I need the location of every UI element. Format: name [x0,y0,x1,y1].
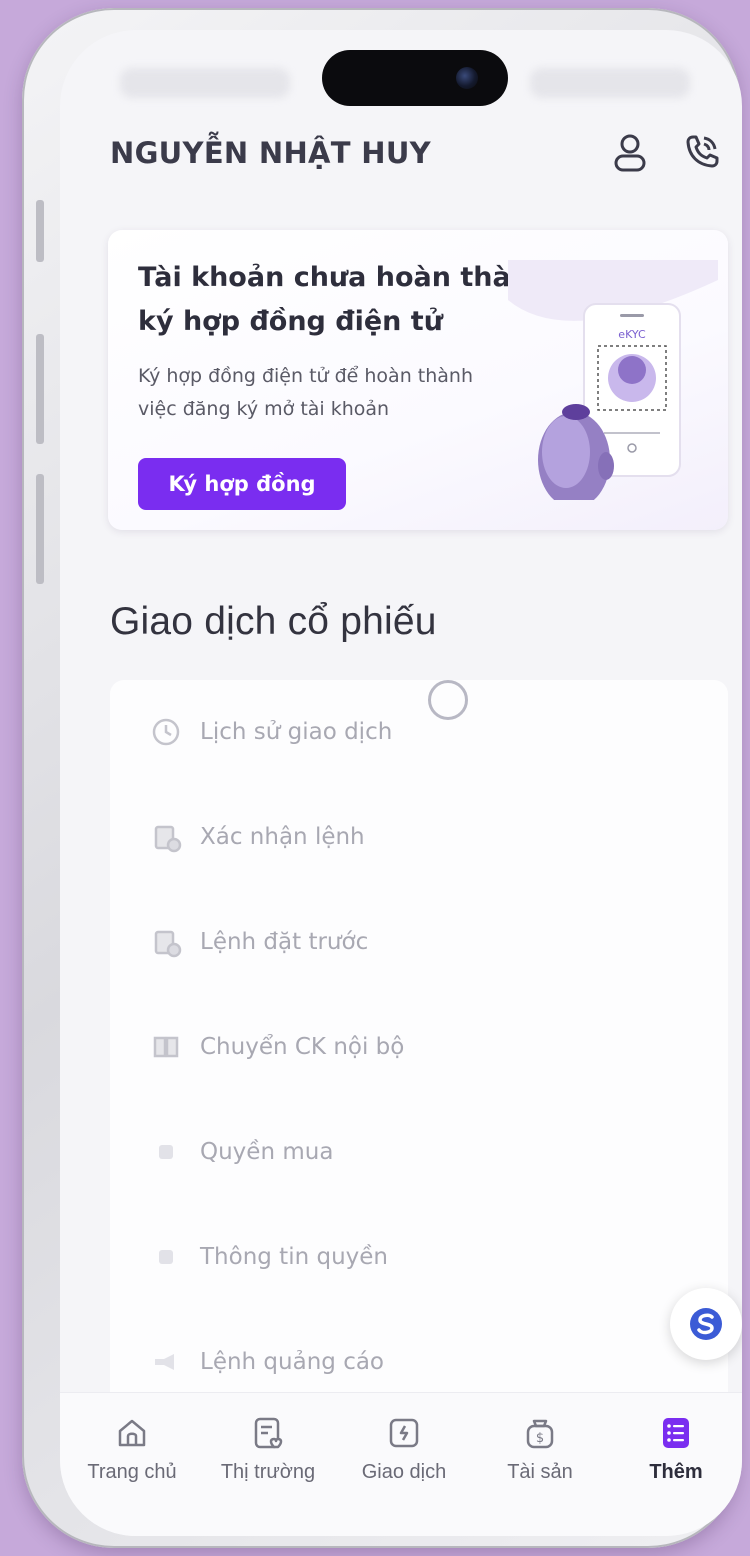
banner-description-line-2: việc đăng ký mở tài khoản [138,398,390,420]
menu-item-advertising-orders[interactable]: Lệnh quảng cáo [150,1342,384,1382]
status-bar-left [120,68,290,98]
menu-item-internal-transfer[interactable]: Chuyển CK nội bộ [150,1027,404,1067]
phone-support-icon[interactable] [680,130,724,174]
tab-label: Giao dịch [361,1461,447,1483]
bottom-tab-bar: Trang chủ Thị trường Giao dịch $ Tài sản [60,1392,742,1536]
status-bar-right [530,68,690,98]
banner-description-line-1: Ký hợp đồng điện tử để hoàn thành [138,365,473,387]
wallet-icon: $ [520,1413,560,1453]
clipboard-check-icon [150,821,182,853]
tab-label: Thị trường [220,1461,316,1483]
loading-spinner-icon [428,680,468,720]
tab-label: Thêm [649,1461,703,1483]
brand-logo-icon [690,1308,722,1340]
tab-market[interactable]: Thị trường [200,1413,336,1484]
banner-title-line-1: Tài khoản chưa hoàn thành [138,262,550,293]
camera-icon [456,67,478,89]
menu-item-order-confirmation[interactable]: Xác nhận lệnh [150,817,365,857]
section-title: Giao dịch cổ phiếu [110,600,437,643]
ekyc-label: eKYC [618,328,646,341]
svg-text:$: $ [536,1431,544,1446]
stock-trading-menu: Lịch sử giao dịch Xác nhận lệnh Lệnh đặt… [110,680,728,1440]
square-icon [150,1241,182,1273]
tab-home[interactable]: Trang chủ [64,1413,200,1484]
menu-item-label: Quyền mua [200,1139,334,1165]
home-icon [112,1413,152,1453]
ekyc-illustration: eKYC [508,260,718,500]
side-button-volume-down [36,474,44,584]
menu-item-rights-info[interactable]: Thông tin quyền [150,1237,388,1277]
menu-item-label: Lệnh quảng cáo [200,1349,384,1375]
esign-banner: Tài khoản chưa hoàn thành ký hợp đồng đi… [108,230,728,530]
menu-icon [656,1413,696,1453]
menu-item-purchase-rights[interactable]: Quyền mua [150,1132,333,1172]
support-chat-button[interactable] [670,1288,742,1360]
side-button-action [36,200,44,262]
account-name: NGUYỄN NHẬT HUY [110,136,431,170]
menu-item-transaction-history[interactable]: Lịch sử giao dịch [150,712,392,752]
tab-label: Trang chủ [87,1461,177,1483]
phone-frame: NGUYỄN NHẬT HUY Tài khoản chưa hoàn thàn… [22,8,742,1548]
menu-item-label: Chuyển CK nội bộ [200,1034,405,1060]
square-icon [150,1136,182,1168]
trade-icon [384,1413,424,1453]
tab-assets[interactable]: $ Tài sản [472,1413,608,1484]
banner-description: Ký hợp đồng điện tử để hoàn thành việc đ… [138,360,538,426]
menu-item-label: Xác nhận lệnh [200,824,365,850]
clipboard-clock-icon [150,926,182,958]
dynamic-island [322,50,508,106]
clock-icon [150,716,182,748]
megaphone-icon [150,1346,182,1378]
app-screen: NGUYỄN NHẬT HUY Tài khoản chưa hoàn thàn… [60,30,742,1536]
banner-title-line-2: ký hợp đồng điện tử [138,306,443,337]
menu-item-label: Lịch sử giao dịch [200,719,393,745]
sign-contract-button[interactable]: Ký hợp đồng [138,458,346,510]
side-button-volume-up [36,334,44,444]
market-icon [248,1413,288,1453]
banner-title: Tài khoản chưa hoàn thành ký hợp đồng đi… [138,256,558,344]
tab-trade[interactable]: Giao dịch [336,1413,472,1484]
menu-item-label: Thông tin quyền [200,1244,388,1270]
tab-label: Tài sản [507,1461,573,1483]
menu-item-label: Lệnh đặt trước [200,929,369,955]
user-icon[interactable] [608,130,652,174]
menu-item-advance-orders[interactable]: Lệnh đặt trước [150,922,368,962]
transfer-icon [150,1031,182,1063]
tab-more[interactable]: Thêm [608,1413,742,1484]
